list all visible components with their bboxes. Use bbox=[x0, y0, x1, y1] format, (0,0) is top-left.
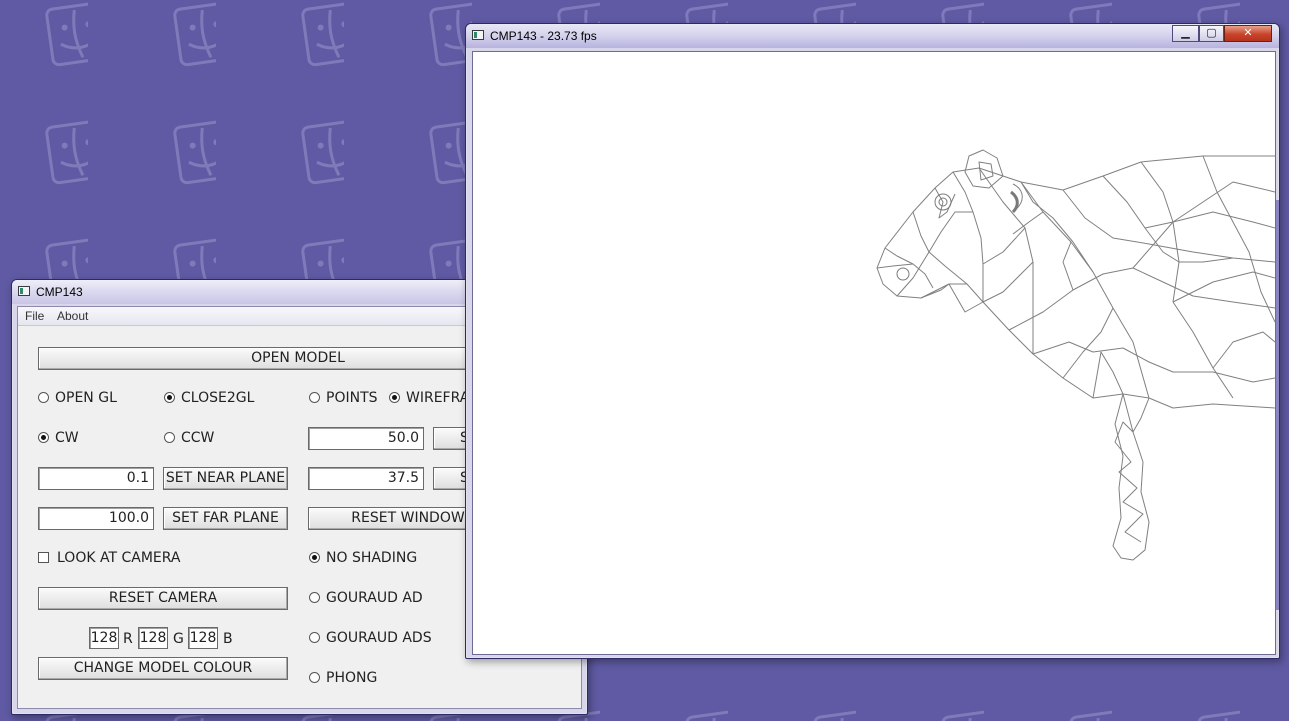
radio-ccw[interactable]: CCW bbox=[164, 428, 214, 448]
radio-cw-label: CW bbox=[55, 430, 79, 446]
radio-indicator bbox=[309, 551, 320, 563]
radio-indicator bbox=[309, 631, 320, 643]
radio-indicator bbox=[38, 391, 49, 403]
radio-indicator bbox=[164, 431, 175, 443]
checkbox-indicator bbox=[38, 551, 49, 563]
radio-close2gl-label: CLOSE2GL bbox=[181, 390, 255, 406]
radio-no-shading-label: NO SHADING bbox=[326, 550, 418, 566]
reset-camera-button[interactable]: RESET CAMERA bbox=[38, 587, 288, 610]
radio-indicator bbox=[309, 671, 320, 683]
app-window-icon bbox=[18, 286, 30, 296]
radio-cw[interactable]: CW bbox=[38, 428, 79, 448]
close-icon: ✕ bbox=[1243, 26, 1253, 39]
maximize-button[interactable]: ▢ bbox=[1199, 25, 1224, 42]
radio-gouraud-ad-label: GOURAUD AD bbox=[326, 590, 423, 606]
maximize-icon: ▢ bbox=[1206, 26, 1217, 39]
cow-wireframe-model bbox=[876, 149, 1275, 561]
change-model-colour-button[interactable]: CHANGE MODEL COLOUR bbox=[38, 657, 288, 680]
color-b-label: B bbox=[223, 631, 233, 647]
radio-indicator bbox=[389, 391, 400, 403]
radio-open-gl-label: OPEN GL bbox=[55, 390, 117, 406]
look-at-camera-checkbox[interactable]: LOOK AT CAMERA bbox=[38, 548, 180, 568]
color-r-label: R bbox=[123, 631, 133, 647]
fov-horizontal-field[interactable]: 50.0 bbox=[308, 427, 424, 450]
color-b-field[interactable]: 128 bbox=[188, 627, 218, 649]
radio-indicator bbox=[164, 391, 175, 403]
set-near-plane-button[interactable]: SET NEAR PLANE bbox=[163, 467, 288, 490]
radio-gouraud-ads-label: GOURAUD ADS bbox=[326, 630, 432, 646]
render-viewport[interactable] bbox=[472, 51, 1276, 655]
menu-about[interactable]: About bbox=[57, 309, 88, 323]
window-edge bbox=[1276, 200, 1279, 610]
render-window: CMP143 - 23.73 fps ▁ ▢ ✕ bbox=[465, 23, 1280, 659]
radio-indicator bbox=[38, 431, 49, 443]
app-window-icon bbox=[472, 30, 484, 40]
radio-indicator bbox=[309, 591, 320, 603]
radio-phong-label: PHONG bbox=[326, 670, 378, 686]
controls-window-title: CMP143 bbox=[36, 285, 83, 299]
radio-ccw-label: CCW bbox=[181, 430, 215, 446]
minimize-button[interactable]: ▁ bbox=[1172, 25, 1199, 42]
radio-wireframe[interactable]: WIREFRA bbox=[389, 388, 469, 408]
color-g-label: G bbox=[173, 631, 184, 647]
menu-file[interactable]: File bbox=[25, 309, 44, 323]
set-far-plane-button[interactable]: SET FAR PLANE bbox=[163, 507, 288, 530]
radio-indicator bbox=[309, 391, 320, 403]
radio-wireframe-label: WIREFRA bbox=[406, 390, 470, 406]
radio-gouraud-ads[interactable]: GOURAUD ADS bbox=[309, 628, 432, 648]
radio-points-label: POINTS bbox=[326, 390, 378, 406]
color-g-field[interactable]: 128 bbox=[138, 627, 168, 649]
look-at-camera-label: LOOK AT CAMERA bbox=[57, 550, 181, 566]
radio-gouraud-ad[interactable]: GOURAUD AD bbox=[309, 588, 423, 608]
radio-points[interactable]: POINTS bbox=[309, 388, 378, 408]
radio-open-gl[interactable]: OPEN GL bbox=[38, 388, 117, 408]
color-r-field[interactable]: 128 bbox=[89, 627, 119, 649]
render-window-title: CMP143 - 23.73 fps bbox=[490, 29, 597, 43]
near-plane-field[interactable]: 0.1 bbox=[38, 467, 154, 490]
far-plane-field[interactable]: 100.0 bbox=[38, 507, 154, 530]
radio-close2gl[interactable]: CLOSE2GL bbox=[164, 388, 254, 408]
fov-vertical-field[interactable]: 37.5 bbox=[308, 467, 424, 490]
render-window-titlebar[interactable]: CMP143 - 23.73 fps ▁ ▢ ✕ bbox=[466, 24, 1279, 48]
close-button[interactable]: ✕ bbox=[1224, 25, 1272, 42]
radio-phong[interactable]: PHONG bbox=[309, 668, 377, 688]
minimize-icon: ▁ bbox=[1181, 26, 1190, 39]
radio-no-shading[interactable]: NO SHADING bbox=[309, 548, 417, 568]
